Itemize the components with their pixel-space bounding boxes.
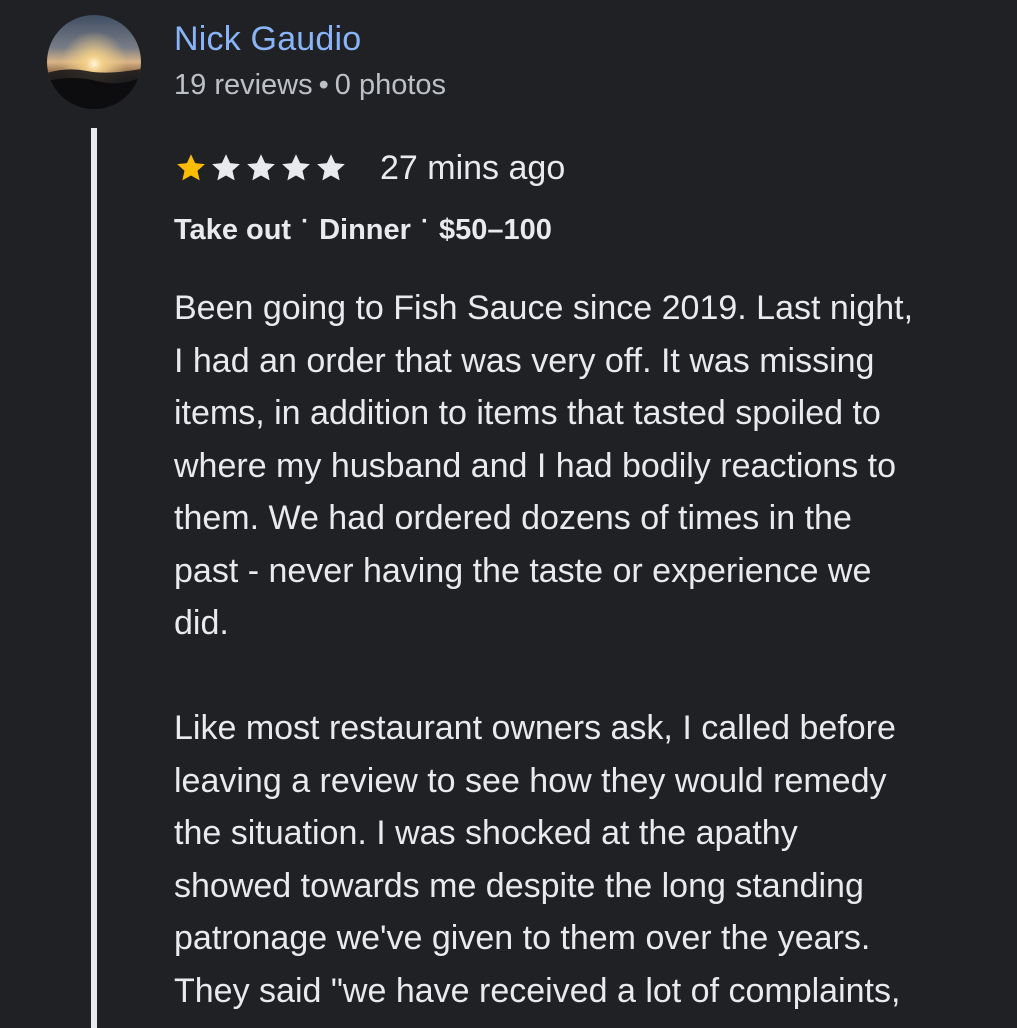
star-empty-icon [282, 154, 310, 181]
star-empty-icon [212, 154, 240, 181]
avatar[interactable] [47, 15, 141, 109]
thread-line [91, 128, 97, 1028]
rating-row: 27 mins ago [174, 146, 565, 190]
time-ago: 27 mins ago [380, 148, 566, 187]
star-empty-icon [317, 154, 345, 181]
tag-price-range: $50–100 [438, 214, 552, 246]
tag-service-type: Take out [174, 214, 292, 246]
star-rating [174, 151, 349, 185]
review-paragraph: Like most restaurant owners ask, I calle… [174, 709, 901, 1010]
review-text: Been going to Fish Sauce since 2019. Las… [174, 282, 1004, 1017]
tag-separator: · [301, 207, 310, 235]
star-filled-icon [177, 154, 205, 181]
tag-separator: · [420, 207, 429, 235]
star-empty-icon [247, 154, 275, 181]
reviews-count: 19 reviews [174, 69, 313, 101]
reviewer-name[interactable]: Nick Gaudio [174, 20, 361, 59]
reviewer-meta: 19 reviews • 0 photos [174, 69, 446, 102]
photos-count: 0 photos [334, 69, 447, 101]
review-paragraph: Been going to Fish Sauce since 2019. Las… [174, 289, 914, 642]
review-tags: Take out · Dinner · $50–100 [174, 208, 552, 247]
meta-separator: • [318, 69, 329, 101]
avatar-sunset-image [47, 15, 141, 109]
tag-meal-type: Dinner [319, 214, 411, 246]
